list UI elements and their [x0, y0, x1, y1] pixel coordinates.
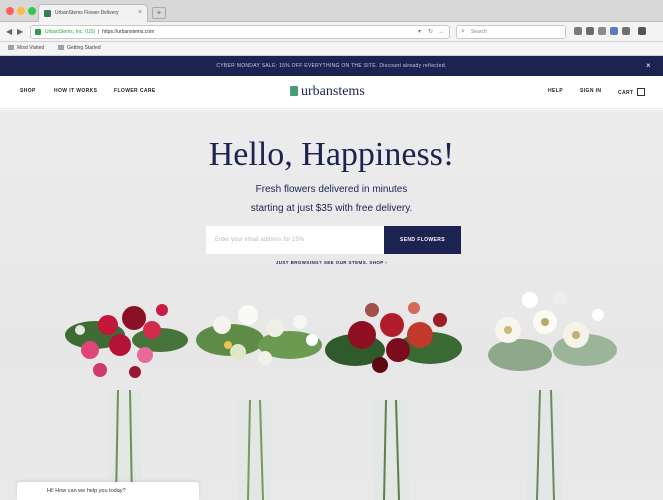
send-flowers-button[interactable]: SEND FLOWERS [384, 226, 461, 254]
cart-icon [636, 88, 645, 96]
reload-icon[interactable]: ↻ [428, 26, 433, 38]
nav-shop[interactable]: SHOP [20, 88, 36, 94]
bouquet-gerbera [488, 291, 617, 500]
logo[interactable]: urbanstems [290, 84, 365, 100]
bookmarks-bar: Most Visited Getting Started [0, 42, 663, 56]
search-icon: ⌕ [461, 28, 465, 35]
browse-link[interactable]: JUST BROWSING? SEE OUR STEMS. SHOP › [0, 260, 663, 265]
bouquet-white [196, 305, 322, 500]
url-bar[interactable]: UrbanStems, Inc. (US) | https://urbanste… [30, 25, 450, 39]
minimize-window-icon[interactable] [17, 7, 25, 15]
promo-banner: CYBER MONDAY SALE: 15% OFF EVERYTHING ON… [0, 56, 663, 76]
browser-tab[interactable]: UrbanStems Flower Delivery × [38, 4, 148, 22]
search-placeholder: Search [471, 29, 487, 35]
close-window-icon[interactable] [6, 7, 14, 15]
email-field[interactable]: Enter your email address for 15% [206, 226, 384, 254]
pocket-icon[interactable] [598, 27, 606, 35]
hero-subtitle-line1: Fresh flowers delivered in minutes [255, 184, 408, 195]
back-icon[interactable]: ◀ [6, 27, 12, 37]
nav-how-it-works[interactable]: HOW IT WORKS [54, 88, 97, 94]
home-icon[interactable] [622, 27, 630, 35]
tab-title: UrbanStems Flower Delivery [55, 10, 119, 16]
folder-icon [8, 45, 14, 51]
reading-list-icon[interactable] [586, 27, 594, 35]
forward-icon[interactable]: ▶ [17, 27, 23, 37]
browser-tab-bar: UrbanStems Flower Delivery × + [0, 0, 663, 22]
bouquet-red [65, 304, 188, 500]
promo-text: CYBER MONDAY SALE: 15% OFF EVERYTHING ON… [216, 63, 447, 69]
firefox-icon [58, 45, 64, 51]
chat-widget[interactable]: Hi! How can we help you today? [17, 482, 199, 500]
maximize-window-icon[interactable] [28, 7, 36, 15]
bouquet-burgundy [325, 302, 462, 500]
search-input[interactable]: ⌕ Search [456, 25, 566, 39]
dropdown-icon[interactable]: ▾ [418, 26, 421, 38]
logo-icon [290, 86, 298, 96]
nav-sign-in[interactable]: SIGN IN [580, 88, 601, 94]
hero-section: Hello, Happiness! Fresh flowers delivere… [0, 110, 663, 500]
lock-icon [35, 29, 41, 35]
url-text: https://urbanstems.com [102, 29, 155, 35]
bookmark-most-visited[interactable]: Most Visited [8, 42, 44, 55]
new-tab-button[interactable]: + [152, 7, 166, 19]
hero-subtitle-line2: starting at just $35 with free delivery. [250, 203, 413, 214]
favicon-icon [44, 10, 51, 17]
browser-toolbar: ◀ ▶ UrbanStems, Inc. (US) | https://urba… [0, 22, 663, 42]
url-secure-label: UrbanStems, Inc. (US) [45, 29, 96, 35]
tab-close-icon[interactable]: × [138, 5, 142, 21]
menu-icon[interactable] [638, 27, 646, 35]
bookmark-star-icon[interactable] [574, 27, 582, 35]
download-icon[interactable] [610, 27, 618, 35]
close-icon[interactable]: × [646, 56, 651, 76]
flower-bouquets-image [65, 291, 617, 500]
site-header: SHOP HOW IT WORKS FLOWER CARE urbanstems… [0, 76, 663, 109]
nav-cart[interactable]: CART [618, 88, 645, 96]
hero-headline: Hello, Happiness! [208, 136, 455, 173]
nav-help[interactable]: HELP [548, 88, 563, 94]
nav-flower-care[interactable]: FLOWER CARE [114, 88, 156, 94]
bookmark-getting-started[interactable]: Getting Started [58, 42, 101, 55]
arrow-right-icon[interactable]: → [438, 26, 444, 38]
